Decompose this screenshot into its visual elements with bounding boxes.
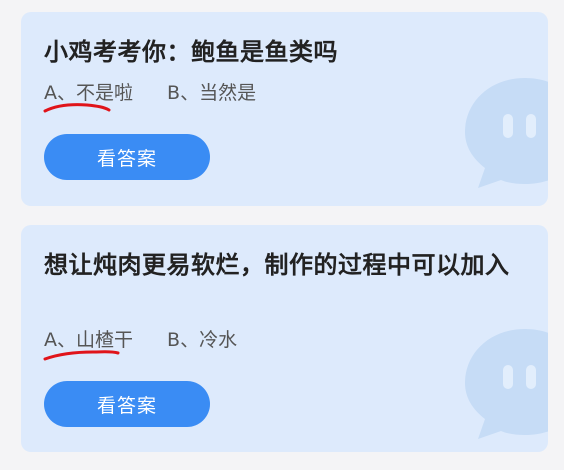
option-a[interactable]: A、不是啦 <box>43 80 133 113</box>
question-text: 小鸡考考你：鲍鱼是鱼类吗 <box>44 38 338 66</box>
option-b-label: B、冷水 <box>167 329 238 351</box>
answer-options: A、不是啦 B、当然是 <box>43 80 256 113</box>
chat-bubble-icon <box>465 329 548 439</box>
handwritten-underline-mark <box>43 350 120 361</box>
option-b[interactable]: B、冷水 <box>167 327 237 353</box>
question-text: 想让炖肉更易软烂，制作的过程中可以加入 <box>44 251 510 279</box>
quiz-card: 想让炖肉更易软烂，制作的过程中可以加入 A、山楂干 B、冷水 看答案 <box>21 225 548 452</box>
answer-options: A、山楂干 B、冷水 <box>43 327 237 361</box>
option-a-label: A、不是啦 <box>44 82 133 104</box>
option-a-label: A、山楂干 <box>44 329 133 351</box>
view-answer-button[interactable]: 看答案 <box>44 134 210 180</box>
option-b-label: B、当然是 <box>167 82 257 104</box>
handwritten-underline-mark <box>43 103 111 113</box>
option-a[interactable]: A、山楂干 <box>43 327 133 361</box>
option-b[interactable]: B、当然是 <box>167 80 256 106</box>
chat-bubble-icon <box>465 78 548 188</box>
view-answer-button[interactable]: 看答案 <box>44 381 210 427</box>
quiz-card: 小鸡考考你：鲍鱼是鱼类吗 A、不是啦 B、当然是 看答案 <box>21 12 548 206</box>
